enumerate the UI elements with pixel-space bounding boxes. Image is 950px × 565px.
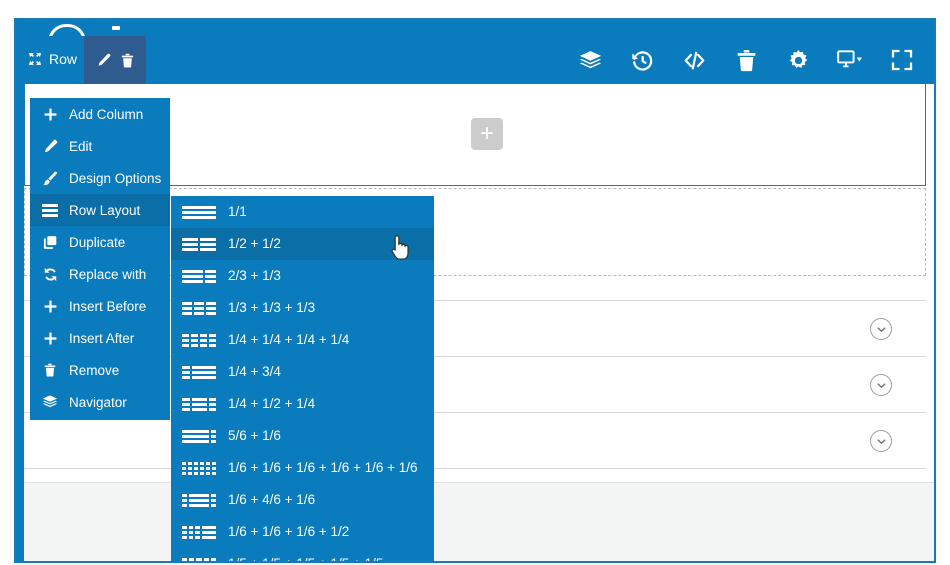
brush-icon: [42, 170, 58, 186]
chevron-down-icon[interactable]: [870, 374, 892, 396]
row-layout-glyph: [182, 365, 216, 379]
row-layout-glyph: [182, 237, 216, 251]
partial-trash-icon: [112, 26, 120, 30]
row-layout-option-label: 1/2 + 1/2: [228, 236, 281, 252]
context-menu-item-row-layout[interactable]: Row Layout: [30, 194, 170, 226]
row-layout-option-label: 1/4 + 1/2 + 1/4: [228, 396, 316, 412]
row-layout-option[interactable]: 1/5 + 1/5 + 1/5 + 1/5 + 1/5: [171, 548, 434, 562]
refresh-icon: [42, 266, 58, 282]
plus-icon: [42, 298, 58, 314]
context-menu-item-insert-after[interactable]: Insert After: [30, 322, 170, 354]
context-menu-item-label: Insert After: [69, 330, 135, 346]
row-layout-option[interactable]: 1/4 + 3/4: [171, 356, 434, 388]
row-layout-option-label: 1/4 + 1/4 + 1/4 + 1/4: [228, 332, 350, 348]
row-context-menu: Add Column Edit Design Options Row Layout Du…: [30, 98, 170, 420]
row-layout-glyph: [182, 205, 216, 219]
context-menu-item-label: Replace with: [69, 266, 147, 282]
row-layout-option[interactable]: 2/3 + 1/3: [171, 260, 434, 292]
context-menu-item-replace-with[interactable]: Replace with: [30, 258, 170, 290]
trash-icon: [42, 362, 58, 378]
code-icon[interactable]: [680, 46, 708, 74]
screenshot-stage: Row + Add Column Edit Design Options Row…: [0, 0, 950, 565]
row-layout-glyph: [182, 557, 216, 562]
layers-navigator-icon[interactable]: [576, 46, 604, 74]
context-menu-item-label: Add Column: [69, 106, 144, 122]
chevron-down-icon[interactable]: [870, 318, 892, 340]
row-layout-option[interactable]: 1/6 + 1/6 + 1/6 + 1/6 + 1/6 + 1/6: [171, 452, 434, 484]
divider: [24, 468, 926, 469]
pencil-icon[interactable]: [93, 50, 113, 70]
context-menu-item-navigator[interactable]: Navigator: [30, 386, 170, 418]
row-layout-glyph: [182, 525, 216, 539]
desktop-responsive-icon[interactable]: [836, 46, 864, 74]
context-menu-item-design-options[interactable]: Design Options: [30, 162, 170, 194]
row-layout-glyph: [42, 203, 58, 217]
duplicate-icon: [42, 234, 58, 250]
row-layout-option-label: 1/4 + 3/4: [228, 364, 281, 380]
partial-upper-toolbar: [16, 20, 934, 45]
row-layout-option[interactable]: 1/6 + 1/6 + 1/6 + 1/2: [171, 516, 434, 548]
context-menu-item-label: Design Options: [69, 170, 162, 186]
row-layout-option[interactable]: 5/6 + 1/6: [171, 420, 434, 452]
row-layout-option-label: 1/3 + 1/3 + 1/3: [228, 300, 316, 316]
row-layout-glyph: [182, 429, 216, 443]
trash-icon[interactable]: [732, 46, 760, 74]
context-menu-item-remove[interactable]: Remove: [30, 354, 170, 386]
chevron-down-icon[interactable]: [870, 430, 892, 452]
row-layout-glyph: [182, 333, 216, 347]
layers-icon: [42, 394, 58, 410]
row-layout-option[interactable]: 1/6 + 4/6 + 1/6: [171, 484, 434, 516]
toolbar-icon-group: [576, 36, 916, 84]
context-menu-item-label: Navigator: [69, 394, 127, 410]
row-layout-option[interactable]: 1/4 + 1/4 + 1/4 + 1/4: [171, 324, 434, 356]
row-layout-glyph: [182, 301, 216, 315]
row-toolbar: Row: [16, 36, 934, 84]
selected-row-rail: [16, 84, 24, 561]
row-layout-option-label: 1/1: [228, 204, 247, 220]
context-menu-item-label: Edit: [69, 138, 93, 154]
rows-icon: [42, 202, 58, 218]
row-layout-option-label: 1/6 + 1/6 + 1/6 + 1/6 + 1/6 + 1/6: [228, 460, 418, 476]
context-menu-item-label: Row Layout: [69, 202, 141, 218]
pencil-icon: [42, 138, 58, 154]
context-menu-item-add-column[interactable]: Add Column: [30, 98, 170, 130]
row-layout-option-label: 2/3 + 1/3: [228, 268, 281, 284]
add-element-button[interactable]: +: [471, 118, 503, 150]
row-layout-option-label: 1/5 + 1/5 + 1/5 + 1/5 + 1/5: [228, 557, 383, 561]
context-menu-item-duplicate[interactable]: Duplicate: [30, 226, 170, 258]
row-quick-actions: [84, 36, 146, 84]
move-arrows-icon[interactable]: [28, 52, 42, 66]
row-layout-option-label: 1/6 + 4/6 + 1/6: [228, 492, 316, 508]
row-layout-option[interactable]: 1/1: [171, 196, 434, 228]
gear-settings-icon[interactable]: [784, 46, 812, 74]
plus-icon: [42, 330, 58, 346]
context-menu-item-edit[interactable]: Edit: [30, 130, 170, 162]
row-label-text: Row: [49, 51, 78, 67]
row-layout-submenu: 1/1 1/2 + 1/2 2/3 + 1/3 1/3 + 1/3 + 1/3 1/4 …: [171, 196, 434, 562]
row-layout-glyph: [182, 269, 216, 283]
history-undo-icon[interactable]: [628, 46, 656, 74]
row-label-group: Row: [28, 48, 77, 70]
row-layout-option[interactable]: 1/2 + 1/2: [171, 228, 434, 260]
row-layout-option[interactable]: 1/3 + 1/3 + 1/3: [171, 292, 434, 324]
accordion-row[interactable]: [24, 412, 926, 469]
fullscreen-icon[interactable]: [888, 46, 916, 74]
context-menu-item-label: Remove: [69, 362, 120, 378]
row-layout-glyph: [182, 397, 216, 411]
row-layout-option-label: 1/6 + 1/6 + 1/6 + 1/2: [228, 524, 350, 540]
context-menu-item-label: Insert Before: [69, 298, 147, 314]
row-layout-glyph: [182, 461, 216, 475]
context-menu-item-insert-before[interactable]: Insert Before: [30, 290, 170, 322]
row-layout-option-label: 5/6 + 1/6: [228, 428, 281, 444]
context-menu-item-label: Duplicate: [69, 234, 126, 250]
row-layout-option[interactable]: 1/4 + 1/2 + 1/4: [171, 388, 434, 420]
row-layout-glyph: [182, 493, 216, 507]
page-builder-frame: Row + Add Column Edit Design Options Row…: [14, 18, 936, 563]
trash-icon[interactable]: [117, 50, 137, 70]
plus-icon: [42, 106, 58, 122]
page-footer-area: [24, 482, 934, 561]
